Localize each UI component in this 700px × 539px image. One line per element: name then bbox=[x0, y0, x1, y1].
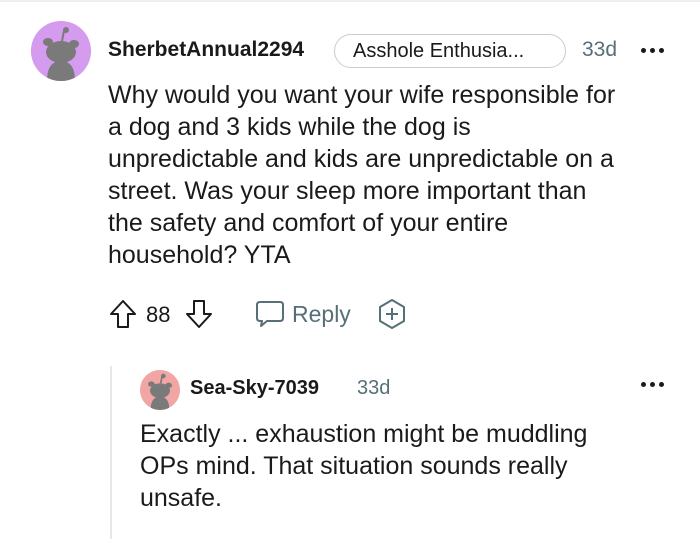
comment-body: Why would you want your wife responsible… bbox=[108, 79, 678, 271]
downvote-button[interactable] bbox=[184, 298, 214, 330]
comment-body-line: household? YTA bbox=[108, 241, 291, 269]
snoo-avatar-icon bbox=[31, 21, 91, 81]
comment-timestamp[interactable]: 33d bbox=[582, 38, 617, 62]
snoo-avatar-icon bbox=[140, 370, 180, 410]
avatar[interactable] bbox=[140, 370, 180, 410]
reply-body-line: OPs mind. That situation sounds really bbox=[140, 452, 568, 480]
reply-body-line: unsafe. bbox=[140, 484, 223, 512]
speech-bubble-icon bbox=[256, 301, 284, 327]
user-flair: Asshole Enthusia... bbox=[334, 34, 566, 68]
reply-button[interactable]: Reply bbox=[254, 296, 351, 332]
reply-body-line: Exactly ... exhaustion might be muddling bbox=[140, 420, 588, 448]
thread-line[interactable] bbox=[110, 366, 112, 539]
reply-author[interactable]: Sea-Sky-7039 bbox=[190, 377, 319, 400]
comment-body-line: Why would you want your wife responsible… bbox=[108, 81, 616, 109]
arrow-down-icon bbox=[186, 300, 212, 328]
arrow-up-icon bbox=[110, 300, 136, 328]
ellipsis-icon[interactable] bbox=[640, 45, 666, 55]
top-divider bbox=[0, 0, 700, 2]
award-button[interactable] bbox=[376, 298, 408, 330]
comment-body-line: a dog and 3 kids while the dog is bbox=[108, 113, 471, 141]
reply-timestamp[interactable]: 33d bbox=[357, 377, 390, 400]
comment-author[interactable]: SherbetAnnual2294 bbox=[108, 38, 304, 62]
vote-count: 88 bbox=[146, 302, 171, 327]
ellipsis-icon[interactable] bbox=[640, 379, 666, 389]
award-plus-icon bbox=[379, 299, 405, 329]
upvote-button[interactable] bbox=[108, 298, 138, 330]
avatar[interactable] bbox=[31, 21, 91, 81]
comment-body-line: street. Was your sleep more important th… bbox=[108, 177, 587, 205]
comment-body-line: the safety and comfort of your entire bbox=[108, 209, 509, 237]
reply-label: Reply bbox=[292, 300, 351, 327]
reply-body: Exactly ... exhaustion might be muddling… bbox=[140, 418, 680, 514]
comment-body-line: unpredictable and kids are unpredictable… bbox=[108, 145, 614, 173]
